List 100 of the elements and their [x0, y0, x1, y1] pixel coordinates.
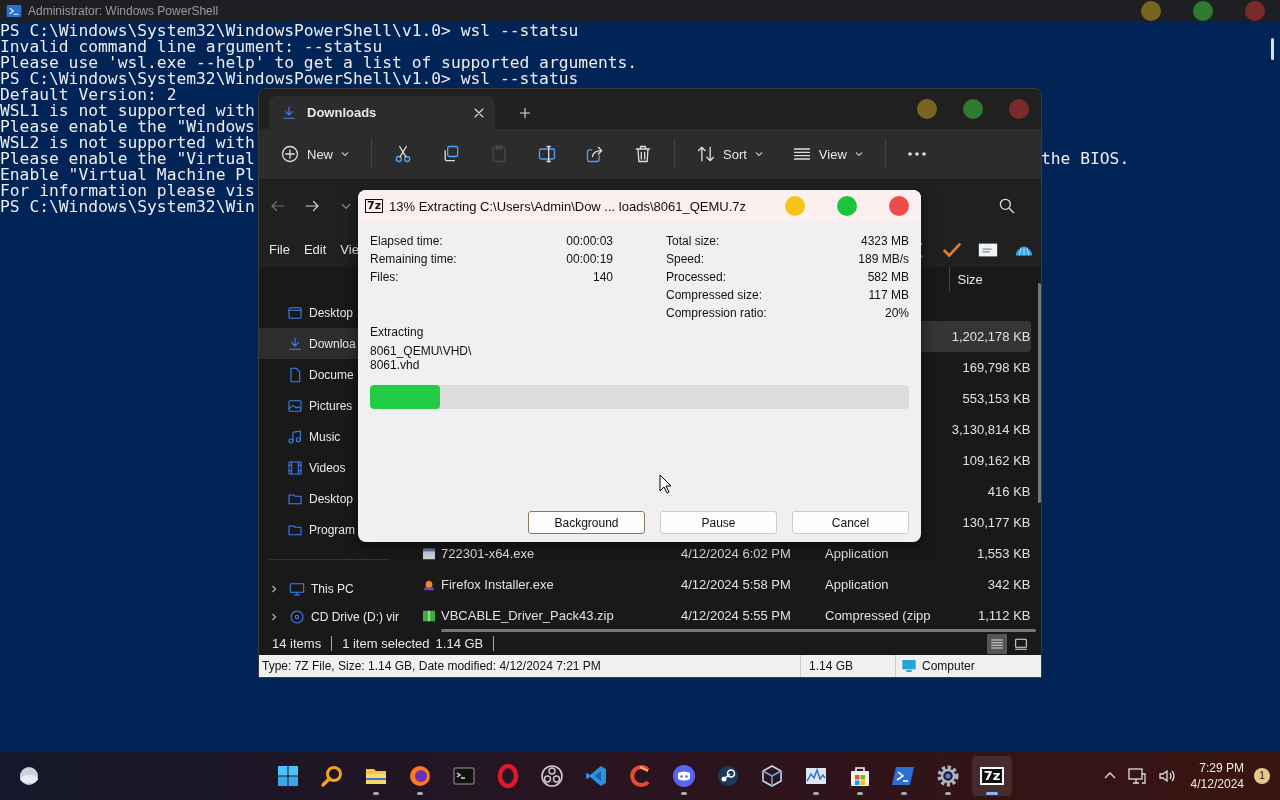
file-row[interactable]: 722301-x64.exe 4/12/2024 6:02 PM Application 1,553 KB [421, 538, 1031, 569]
search-icon[interactable] [997, 196, 1017, 216]
console-line: WSL2 is not supported with [0, 133, 255, 152]
stat-label: Files: [370, 270, 400, 284]
file-size: 1,202,178 KB [951, 329, 1031, 344]
menu-item[interactable]: Edit [303, 242, 327, 257]
stat-value: 117 MB [867, 288, 909, 302]
console-line: Enable "Virtual Machine Pl [0, 165, 255, 184]
dialog-button[interactable]: Cancel [792, 511, 909, 534]
stat-value: 140 [591, 270, 613, 284]
clock[interactable]: 7:29 PM 4/12/2024 [1190, 760, 1244, 792]
scissors-icon [393, 144, 413, 164]
sidebar-item[interactable]: Music [259, 421, 399, 452]
sidebar-item[interactable]: This PC [259, 575, 399, 603]
cursor-icon [659, 474, 673, 494]
file-row[interactable]: Firefox Installer.exe 4/12/2024 5:58 PM Application 342 KB [421, 569, 1031, 600]
new-button[interactable]: New [269, 137, 361, 171]
location-label: Computer [922, 659, 975, 673]
console-line: WSL1 is not supported with [0, 101, 255, 120]
file-date: 4/12/2024 5:55 PM [681, 608, 791, 623]
network-icon[interactable] [1126, 766, 1147, 786]
caret-icon [753, 149, 764, 159]
stat-label: Compressed size: [666, 288, 764, 302]
console-line: the BIOS. [1041, 151, 1130, 167]
column-header[interactable]: Size [948, 267, 1031, 292]
file-date: 4/12/2024 5:58 PM [681, 577, 791, 592]
download-icon [287, 335, 303, 352]
file-size: 553,153 KB [962, 391, 1031, 406]
file-name: 722301-x64.exe [441, 546, 535, 561]
minimize-button[interactable] [1141, 1, 1161, 21]
minimize-button[interactable] [917, 99, 937, 119]
file-name: VBCABLE_Driver_Pack43.zip [441, 608, 614, 623]
maximize-button[interactable] [1193, 1, 1213, 21]
weather-icon[interactable] [17, 764, 41, 788]
sidebar-item[interactable]: Pictures [259, 390, 399, 421]
scrollbar-thumb[interactable] [1271, 38, 1274, 60]
console-line: For information please vis [0, 181, 255, 200]
file-size: 1,112 KB [977, 608, 1031, 623]
browser-icon [408, 764, 432, 788]
console-line: PS C:\Windows\System32\WindowsPowerShell\v1.0> wsl --statsu [0, 21, 579, 40]
file-size: 342 KB [987, 577, 1031, 592]
add-icon [280, 144, 300, 164]
trash-icon [633, 144, 653, 164]
dialog-button[interactable]: Pause [660, 511, 777, 534]
scrollbar[interactable] [441, 629, 1036, 632]
menu-item[interactable]: Vie [340, 242, 359, 257]
sidebar-item[interactable]: Desktop [259, 483, 399, 514]
notification-badge[interactable]: 1 [1254, 768, 1270, 784]
aperture-icon [540, 764, 564, 788]
image-icon [287, 397, 303, 414]
file-type: Application [825, 546, 889, 561]
sidebar-item[interactable]: Program [259, 514, 399, 545]
view-button[interactable]: View [780, 137, 875, 171]
more-icon [906, 152, 927, 156]
download-icon [281, 104, 297, 121]
close-button[interactable] [889, 196, 909, 216]
file-type: Compressed (zipp [825, 608, 931, 623]
tab[interactable]: Downloads [269, 96, 495, 129]
sidebar-item[interactable]: Videos [259, 452, 399, 483]
dialog-button[interactable]: Background [528, 511, 645, 534]
cleaner-icon [628, 764, 652, 788]
start-icon [276, 764, 300, 788]
disc-icon [289, 609, 305, 625]
computer-icon [289, 581, 305, 597]
chevron-right-icon[interactable] [269, 584, 279, 594]
file-name: Firefox Installer.exe [441, 577, 554, 592]
computer-icon [901, 658, 917, 674]
shopping-bag-icon [848, 764, 872, 788]
view-mode-button[interactable] [987, 633, 1007, 654]
sidebar-item[interactable]: CD Drive (D:) vir [259, 603, 399, 631]
stat-value: 582 MB [866, 270, 909, 284]
stat-label: Speed: [666, 252, 706, 266]
menu-item[interactable]: File [269, 242, 290, 257]
selection-size: 1.14 GB [435, 636, 495, 651]
ring-icon [496, 764, 520, 788]
app-logo: 7z [365, 199, 384, 213]
film-icon [287, 459, 303, 476]
settings-icon [936, 764, 960, 788]
document-icon [287, 366, 303, 383]
stat-value: 00:00:19 [566, 252, 613, 266]
file-size: 1,553 KB [977, 546, 1031, 561]
maximize-button[interactable] [963, 99, 983, 119]
item-count: 14 items [272, 636, 333, 651]
file-type: Application [825, 577, 889, 592]
chevron-right-icon[interactable] [269, 612, 279, 622]
scrollbar[interactable] [1037, 283, 1041, 503]
sort-icon [696, 144, 716, 164]
music-icon [287, 428, 303, 445]
file-row[interactable]: VBCABLE_Driver_Pack43.zip 4/12/2024 5:55 PM Compressed (zipp 1,112 KB [421, 600, 1031, 631]
desktop-icon [287, 304, 303, 321]
share-icon [585, 144, 605, 164]
terminal-icon [452, 764, 476, 788]
sort-button[interactable]: Sort [685, 137, 775, 171]
cube-icon [760, 764, 784, 788]
file-size: 3,130,814 KB [951, 422, 1031, 437]
search-icon [320, 764, 344, 788]
stat-label: Compression ratio: [666, 306, 768, 320]
window-title: Administrator: Windows PowerShell [28, 4, 219, 18]
caret-icon [340, 149, 350, 159]
taskbar-button[interactable]: 7z [972, 756, 1012, 796]
